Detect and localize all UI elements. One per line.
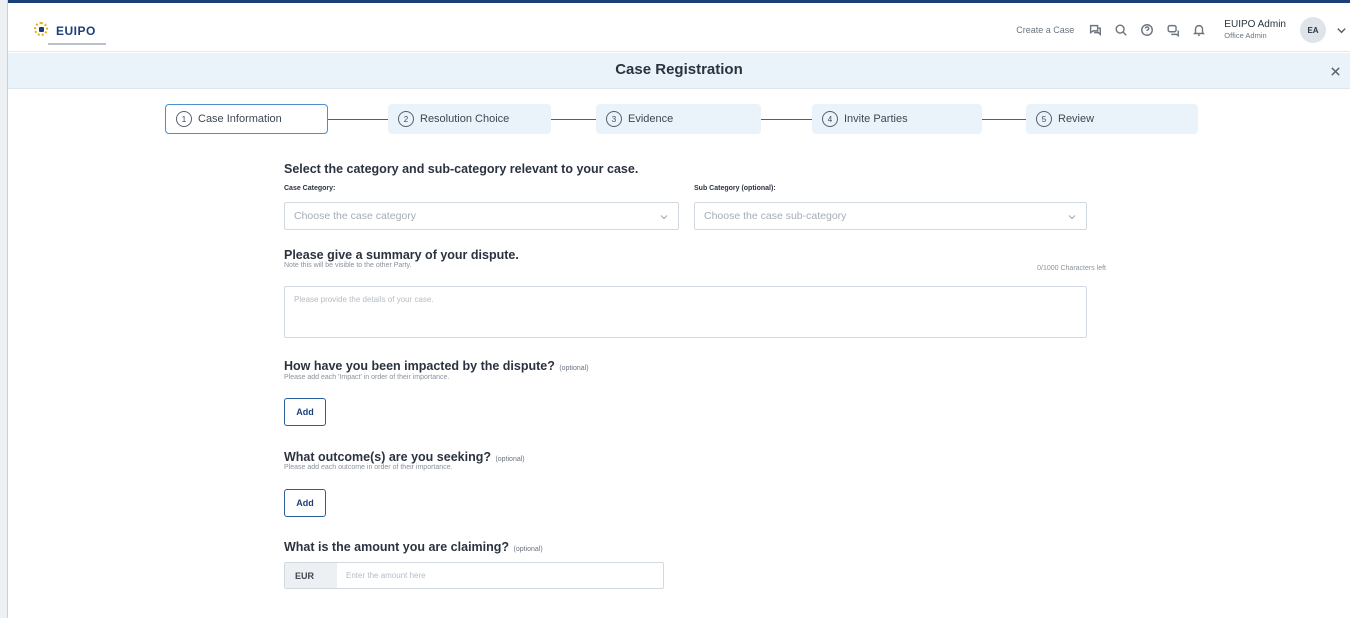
page-title: Case Registration [615, 61, 743, 78]
summary-counter: 0/1000 Characters left [1037, 265, 1106, 272]
case-category-placeholder: Choose the case category [294, 210, 416, 222]
step-connector [982, 119, 1026, 120]
logo-wordmark: EUIPO [48, 22, 106, 45]
step-resolution-choice[interactable]: 2 Resolution Choice [388, 104, 551, 134]
step-connector [328, 119, 388, 120]
create-case-link[interactable]: Create a Case [1016, 25, 1074, 35]
add-outcome-button[interactable]: Add [284, 489, 326, 517]
amount-optional: (optional) [513, 546, 543, 553]
sub-category-placeholder: Choose the case sub-category [704, 210, 847, 222]
step-progress: 1 Case Information 2 Resolution Choice 3… [165, 104, 1200, 134]
outcome-question-title: What outcome(s) are you seeking? [284, 450, 491, 464]
currency-label: EUR [285, 563, 337, 588]
close-icon[interactable] [1326, 62, 1344, 80]
chat-icon[interactable] [1085, 20, 1105, 40]
step-label: Case Information [198, 113, 282, 125]
avatar[interactable]: EA [1300, 17, 1326, 43]
step-number: 4 [822, 111, 838, 127]
step-connector [551, 119, 596, 120]
add-impact-button[interactable]: Add [284, 398, 326, 426]
category-question: Select the category and sub-category rel… [284, 162, 639, 176]
outcome-help: Please add each outcome in order of thei… [284, 464, 453, 471]
messages-icon[interactable] [1163, 20, 1183, 40]
chevron-down-icon [1068, 212, 1076, 224]
step-case-information[interactable]: 1 Case Information [165, 104, 328, 134]
step-number: 3 [606, 111, 622, 127]
step-invite-parties[interactable]: 4 Invite Parties [812, 104, 982, 134]
step-label: Evidence [628, 113, 674, 125]
amount-question-title: What is the amount you are claiming? [284, 540, 510, 554]
help-icon[interactable] [1137, 20, 1157, 40]
top-actions: Create a Case EUIPO Admin Office Admin E… [1016, 13, 1350, 47]
chevron-down-icon[interactable] [1332, 21, 1350, 39]
window-frame [0, 0, 8, 618]
step-number: 1 [176, 111, 192, 127]
step-evidence[interactable]: 3 Evidence [596, 104, 761, 134]
user-name: EUIPO Admin [1224, 19, 1286, 30]
step-review[interactable]: 5 Review [1026, 104, 1198, 134]
step-number: 2 [398, 111, 414, 127]
amount-input[interactable]: Enter the amount here [337, 563, 663, 588]
amount-question: What is the amount you are claiming? (op… [284, 538, 543, 556]
logo[interactable]: EUIPO [34, 22, 106, 45]
summary-question: Please give a summary of your dispute. [284, 248, 519, 262]
bell-icon[interactable] [1189, 20, 1209, 40]
sub-category-label: Sub Category (optional): [694, 185, 776, 192]
impact-question: How have you been impacted by the disput… [284, 357, 589, 375]
case-category-label: Case Category: [284, 185, 336, 192]
summary-textarea[interactable]: Please provide the details of your case. [284, 286, 1087, 338]
summary-help: Note this will be visible to the other P… [284, 262, 412, 269]
step-connector [761, 119, 812, 120]
impact-optional: (optional) [559, 365, 589, 372]
chevron-down-icon [660, 212, 668, 224]
title-bar: Case Registration [8, 53, 1350, 89]
case-category-select[interactable]: Choose the case category [284, 202, 679, 230]
search-icon[interactable] [1111, 20, 1131, 40]
top-bar: EUIPO Create a Case EUIPO Admin Office A… [8, 0, 1350, 52]
user-role: Office Admin [1224, 31, 1267, 40]
amount-field[interactable]: EUR Enter the amount here [284, 562, 664, 589]
step-number: 5 [1036, 111, 1052, 127]
step-label: Resolution Choice [420, 113, 510, 125]
outcome-optional: (optional) [495, 456, 525, 463]
logo-mark-icon [34, 22, 48, 36]
step-label: Invite Parties [844, 113, 908, 125]
impact-help: Please add each 'Impact' in order of the… [284, 374, 450, 381]
logo-text: EUIPO [56, 24, 96, 38]
sub-category-select[interactable]: Choose the case sub-category [694, 202, 1087, 230]
user-info[interactable]: EUIPO Admin Office Admin [1224, 19, 1286, 41]
logo-subline [48, 43, 106, 45]
summary-placeholder: Please provide the details of your case. [294, 295, 434, 304]
impact-question-title: How have you been impacted by the disput… [284, 359, 555, 373]
step-label: Review [1058, 113, 1095, 125]
